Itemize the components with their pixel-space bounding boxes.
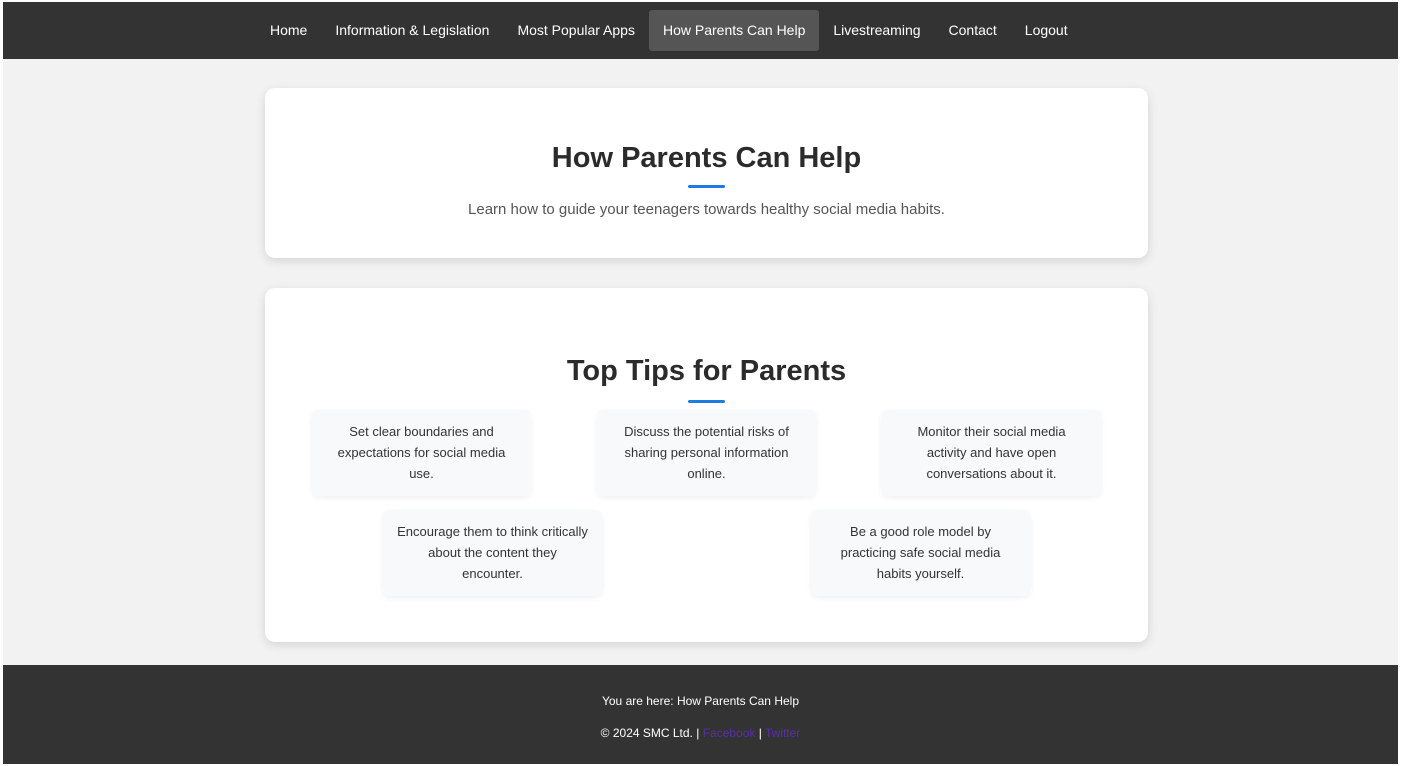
tip-card: Be a good role model by practicing safe … xyxy=(811,510,1030,596)
tip-card: Discuss the potential risks of sharing p… xyxy=(597,410,816,496)
nav-item-home: Home xyxy=(256,10,321,51)
twitter-link[interactable]: Twitter xyxy=(765,726,800,740)
page-subtitle: Learn how to guide your teenagers toward… xyxy=(468,201,945,218)
nav-item-information-legislation: Information & Legislation xyxy=(321,10,503,51)
title-underline xyxy=(688,185,725,188)
page-title: How Parents Can Help xyxy=(551,142,862,174)
nav-link-contact[interactable]: Contact xyxy=(935,10,1011,51)
nav-link-livestreaming[interactable]: Livestreaming xyxy=(819,10,934,51)
nav-link-most-popular-apps[interactable]: Most Popular Apps xyxy=(503,10,649,51)
nav-item-livestreaming: Livestreaming xyxy=(819,10,934,51)
tips-card: Top Tips for Parents Set clear boundarie… xyxy=(265,288,1148,642)
nav-link-information-legislation[interactable]: Information & Legislation xyxy=(321,10,503,51)
breadcrumb-current: How Parents Can Help xyxy=(676,694,799,708)
breadcrumb-prefix: You are here: xyxy=(601,694,677,708)
tip-card: Encourage them to think critically about… xyxy=(383,510,602,596)
nav-item-most-popular-apps: Most Popular Apps xyxy=(503,10,649,51)
nav-item-how-parents-can-help: How Parents Can Help xyxy=(648,10,820,51)
nav-link-how-parents-can-help[interactable]: How Parents Can Help xyxy=(648,10,820,51)
footer-separator: | xyxy=(755,726,765,740)
nav-menu: Home Information & Legislation Most Popu… xyxy=(256,10,1082,51)
tip-card: Monitor their social media activity and … xyxy=(882,410,1101,496)
tips-heading: Top Tips for Parents xyxy=(566,355,847,387)
footer-copyright-line: © 2024 SMC Ltd. | Facebook | Twitter xyxy=(3,725,1398,741)
page: Home Information & Legislation Most Popu… xyxy=(3,2,1398,764)
nav-link-home[interactable]: Home xyxy=(256,10,321,51)
footer: You are here: How Parents Can Help © 202… xyxy=(3,665,1398,764)
nav-link-logout[interactable]: Logout xyxy=(1011,10,1082,51)
copyright-text: © 2024 SMC Ltd. | xyxy=(600,726,703,740)
hero-card: How Parents Can Help Learn how to guide … xyxy=(265,88,1148,258)
nav-item-contact: Contact xyxy=(935,10,1011,51)
nav-item-logout: Logout xyxy=(1011,10,1082,51)
facebook-link[interactable]: Facebook xyxy=(703,726,756,740)
tips-heading-underline xyxy=(688,400,725,403)
tip-card: Set clear boundaries and expectations fo… xyxy=(312,410,531,496)
footer-breadcrumb: You are here: How Parents Can Help xyxy=(3,693,1398,709)
top-navbar: Home Information & Legislation Most Popu… xyxy=(3,2,1398,59)
